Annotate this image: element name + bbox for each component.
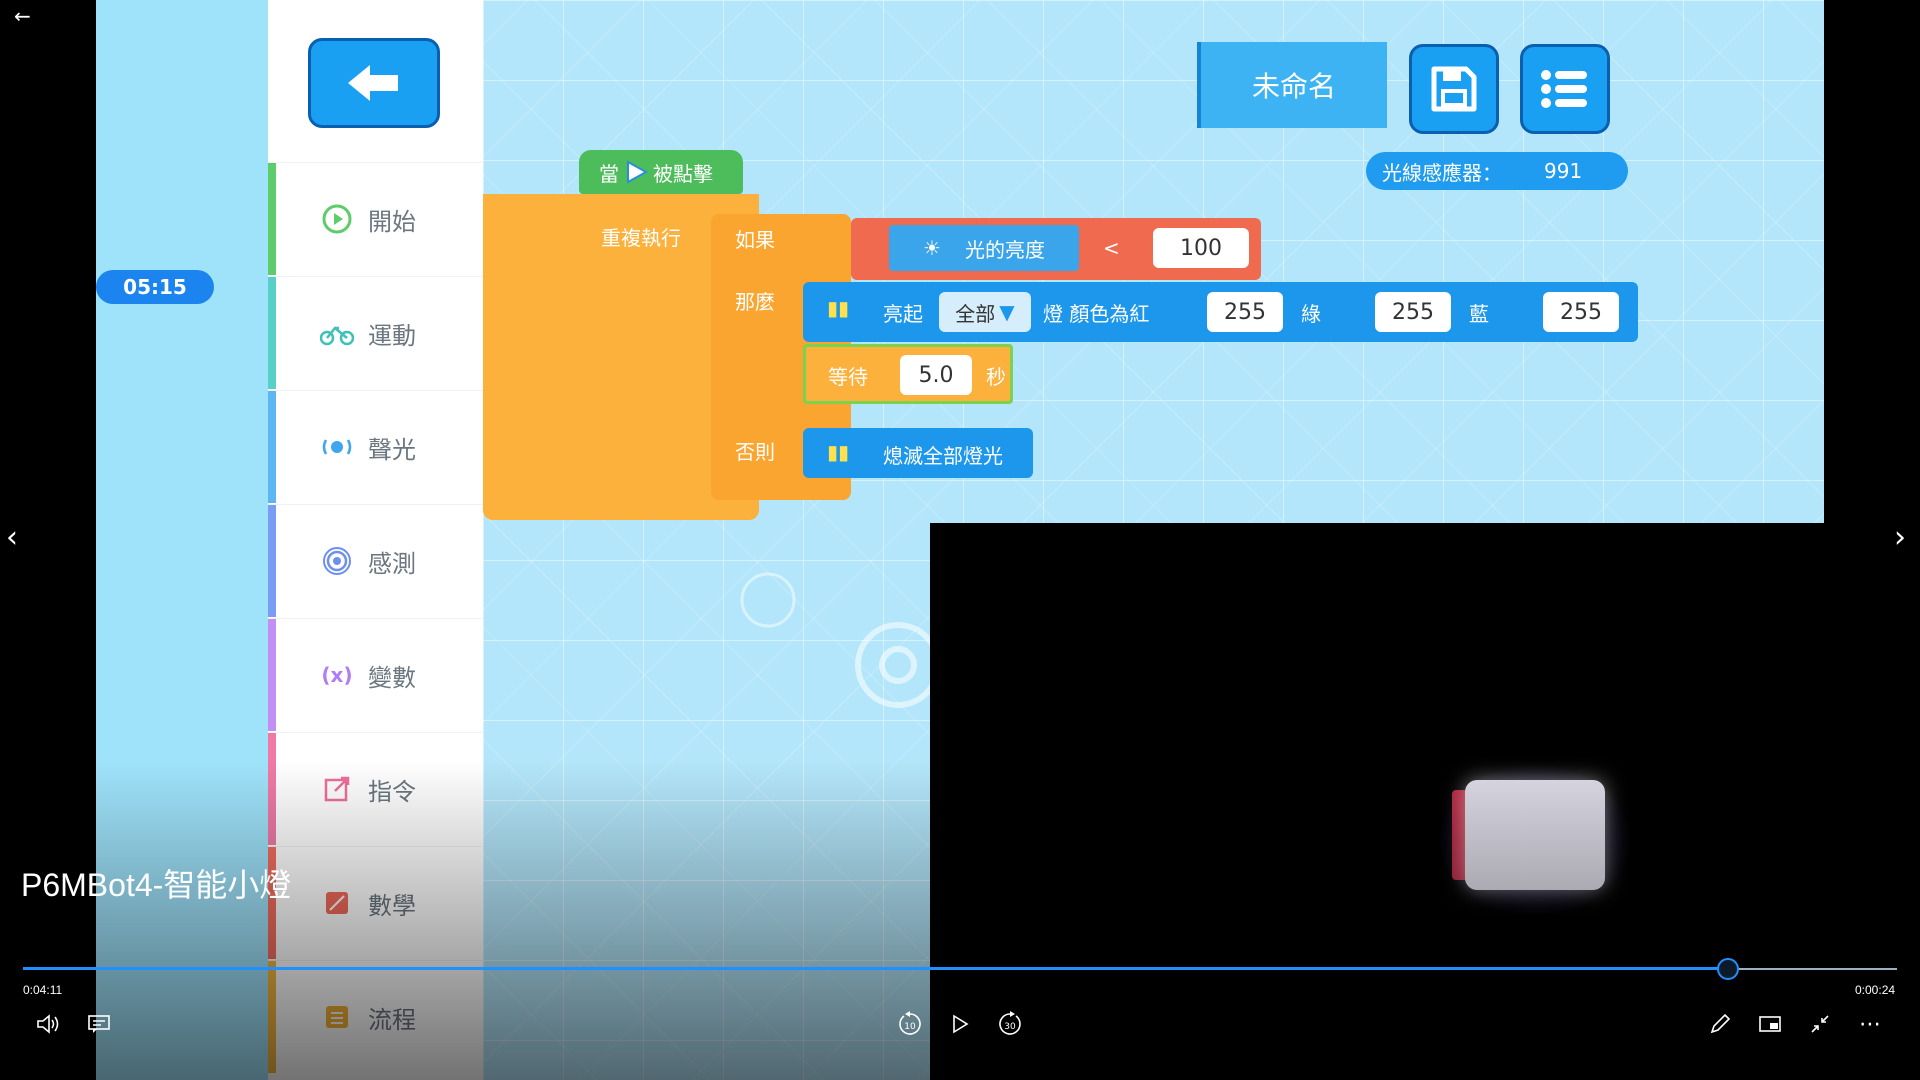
bulb-decoration-icon: [740, 572, 796, 628]
wait-seconds-input[interactable]: 5.0: [900, 355, 972, 395]
seek-progress: [23, 967, 1728, 970]
green-label: 綠: [1301, 302, 1321, 326]
pen-icon[interactable]: [1702, 1006, 1738, 1042]
category-motion[interactable]: 運動: [268, 276, 483, 389]
remaining-time: 0:00:24: [1855, 983, 1896, 997]
when-clicked-block[interactable]: 當 被點擊: [579, 150, 743, 194]
save-icon: [1431, 66, 1477, 112]
blue-label: 藍: [1469, 302, 1489, 326]
category-light-sound[interactable]: 聲光: [268, 390, 483, 503]
seconds-label: 秒: [986, 365, 1006, 389]
bike-icon: [320, 316, 354, 350]
wait-block[interactable]: 等待 5.0 秒: [803, 344, 1013, 404]
category-label: 感測: [368, 549, 416, 578]
sun-icon: ☀: [923, 236, 941, 260]
category-label: 運動: [368, 321, 416, 350]
player-back-icon[interactable]: ←: [14, 4, 31, 28]
red-input[interactable]: 255: [1207, 292, 1283, 332]
skip-forward-button[interactable]: 30: [992, 1006, 1028, 1042]
lights-off-label: 熄滅全部燈光: [883, 444, 1003, 468]
sensor-value: 991: [1544, 159, 1583, 183]
list-menu-icon: [1541, 70, 1587, 108]
skip-back-label: 10: [904, 1022, 916, 1032]
category-label: 開始: [368, 207, 416, 236]
if-label: 如果: [735, 228, 775, 252]
threshold-input[interactable]: 100: [1153, 228, 1249, 268]
green-input[interactable]: 255: [1375, 292, 1451, 332]
mini-view-icon[interactable]: [1752, 1006, 1788, 1042]
video-title: P6MBot4-智能小燈: [21, 867, 292, 903]
color-label: 燈 顏色為紅: [1043, 302, 1150, 326]
category-variables[interactable]: (x) 變數: [268, 618, 483, 731]
brightness-label: 光的亮度: [964, 237, 1045, 262]
led-icon: ▮▮: [827, 440, 850, 464]
sensor-label: 光線感應器：: [1382, 160, 1502, 185]
led-on-label: 亮起: [883, 302, 923, 326]
else-label: 否則: [735, 440, 775, 464]
less-than-operator: <: [1103, 236, 1120, 260]
skip-back-button[interactable]: 10: [892, 1006, 928, 1042]
light-sensor-readout: 光線感應器： 991: [1366, 152, 1628, 190]
exit-fullscreen-icon[interactable]: [1802, 1006, 1838, 1042]
play-button[interactable]: [942, 1006, 978, 1042]
elapsed-time: 0:04:11: [23, 983, 63, 997]
flag-play-icon: [627, 160, 649, 184]
blue-input[interactable]: 255: [1543, 292, 1619, 332]
back-arrow-icon: [348, 65, 398, 101]
category-start[interactable]: 開始: [268, 162, 483, 275]
menu-button[interactable]: [1520, 44, 1610, 134]
category-sensing[interactable]: 感測: [268, 504, 483, 617]
variable-icon: (x): [321, 663, 353, 687]
led-target-value: 全部: [955, 301, 996, 326]
when-label: 當: [599, 161, 619, 186]
light-brightness-reporter[interactable]: ☀ 光的亮度: [889, 225, 1079, 271]
clicked-label: 被點擊: [653, 161, 713, 186]
volume-icon[interactable]: [30, 1006, 66, 1042]
led-target-dropdown[interactable]: 全部 ▼: [939, 292, 1031, 332]
skip-forward-label: 30: [1004, 1022, 1016, 1032]
lights-off-block[interactable]: ▮▮ 熄滅全部燈光: [803, 428, 1033, 478]
previous-arrow-icon[interactable]: ‹: [6, 520, 18, 555]
timer-badge: 05:15: [96, 270, 214, 304]
category-label: 聲光: [368, 435, 416, 464]
then-label: 那麼: [735, 290, 775, 314]
save-button[interactable]: [1409, 44, 1499, 134]
play-circle-icon: [320, 202, 354, 236]
wait-label: 等待: [828, 365, 868, 389]
back-button[interactable]: [308, 38, 440, 128]
category-label: 變數: [368, 663, 416, 692]
more-options-icon[interactable]: ⋯: [1852, 1006, 1888, 1042]
chevron-down-icon: ▼: [999, 300, 1015, 324]
project-name-field[interactable]: 未命名: [1197, 42, 1387, 128]
repeat-label: 重複執行: [601, 226, 681, 250]
seek-thumb[interactable]: [1717, 958, 1739, 980]
sensor-wave-icon: [320, 544, 354, 578]
led-on-block[interactable]: ▮▮ 亮起 全部 ▼ 燈 顏色為紅 255 綠 255 藍 255: [803, 282, 1638, 342]
light-sound-icon: [320, 430, 354, 464]
next-arrow-icon[interactable]: ›: [1894, 520, 1906, 555]
led-icon: ▮▮: [827, 296, 850, 320]
captions-icon[interactable]: [81, 1006, 117, 1042]
